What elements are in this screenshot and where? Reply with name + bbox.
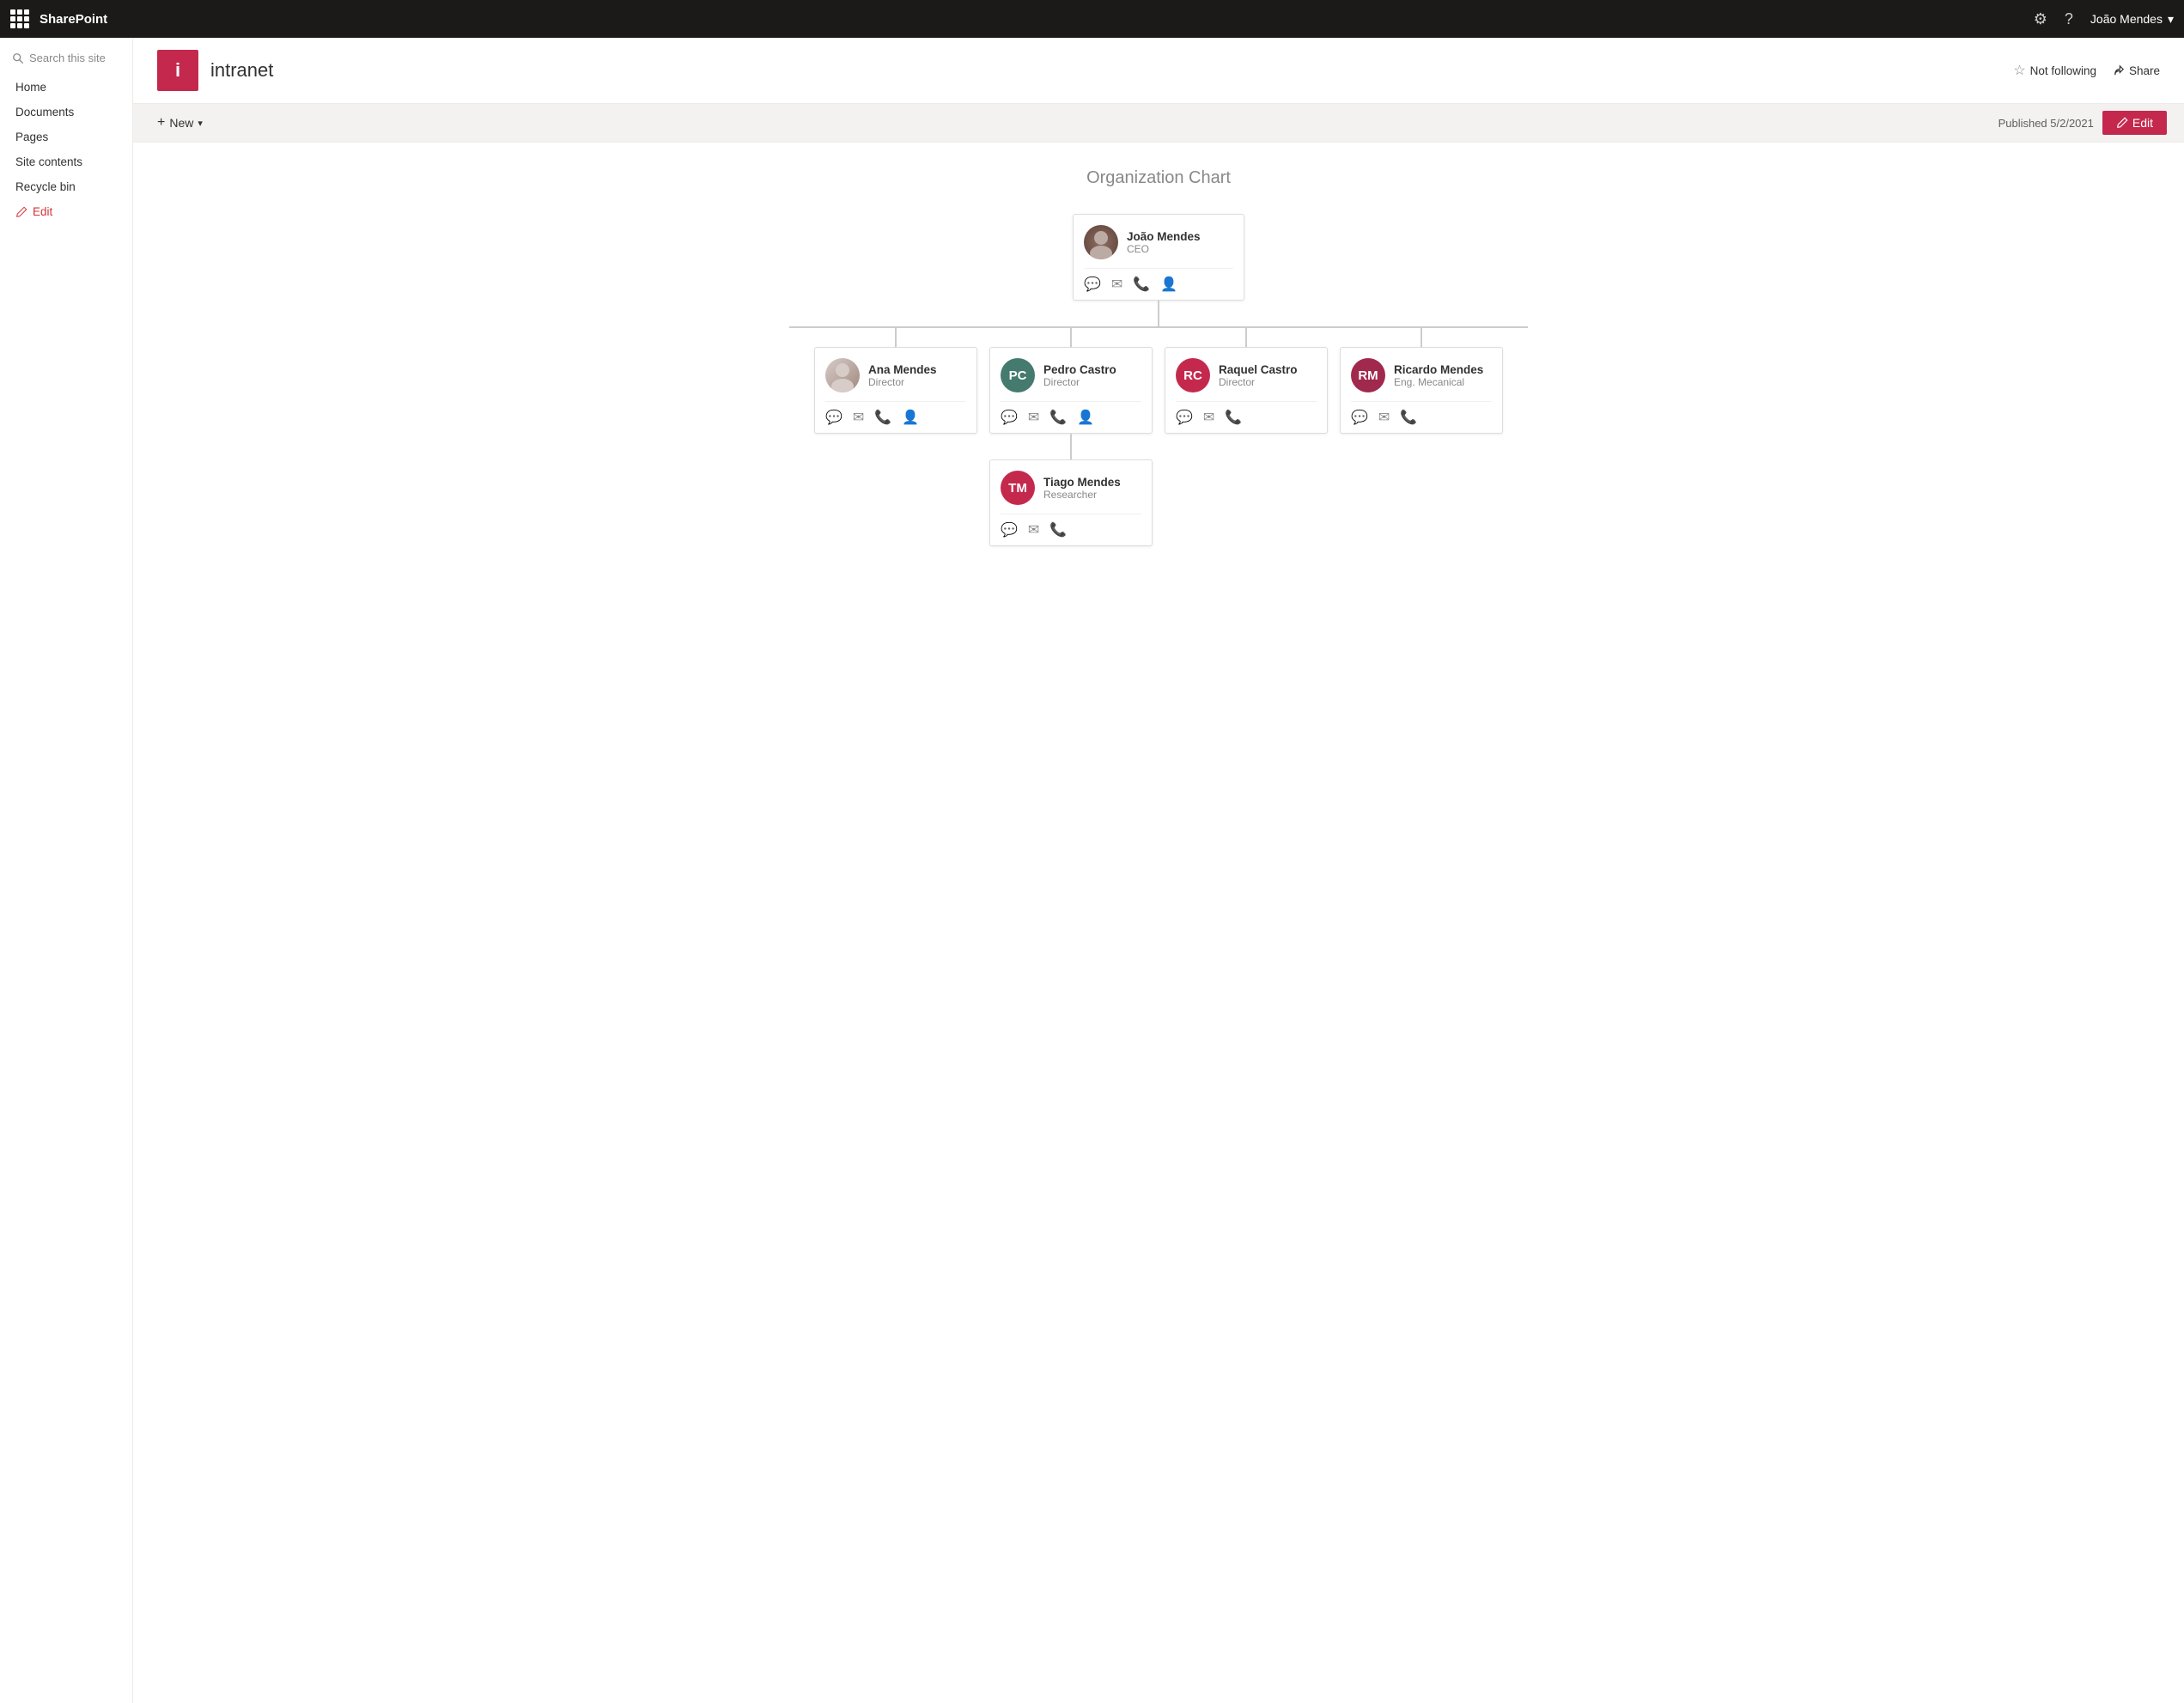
person-role-tiago: Researcher bbox=[1043, 489, 1121, 501]
person-name-ana: Ana Mendes bbox=[868, 363, 937, 376]
sidebar-item-home[interactable]: Home bbox=[0, 75, 132, 100]
email-icon-ricardo[interactable]: ✉ bbox=[1378, 409, 1390, 426]
app-launcher-button[interactable] bbox=[10, 9, 29, 28]
person-role-ricardo: Eng. Mecanical bbox=[1394, 376, 1483, 388]
org-chart: João Mendes CEO 💬 ✉ 📞 👤 bbox=[150, 214, 2167, 546]
user-menu[interactable]: João Mendes ▾ bbox=[2090, 12, 2174, 27]
new-button[interactable]: + New ▾ bbox=[150, 112, 210, 134]
avatar-ana bbox=[825, 358, 860, 392]
top-nav-right: ⚙ ? João Mendes ▾ bbox=[2034, 10, 2174, 28]
col-raquel: RC Raquel Castro Director 💬 ✉ 📞 bbox=[1165, 328, 1328, 434]
connector-tiago-up bbox=[1070, 434, 1072, 459]
sidebar-item-site-contents[interactable]: Site contents bbox=[0, 149, 132, 174]
person-actions-ceo: 💬 ✉ 📞 👤 bbox=[1084, 268, 1233, 293]
site-header-left: i intranet bbox=[157, 50, 273, 91]
email-icon-raquel[interactable]: ✉ bbox=[1203, 409, 1214, 426]
site-header-right: ☆ Not following Share bbox=[2013, 62, 2160, 79]
connector-raquel-up bbox=[1245, 328, 1247, 347]
edit-button[interactable]: Edit bbox=[2102, 111, 2167, 135]
person-card-pedro: PC Pedro Castro Director 💬 ✉ 📞 👤 bbox=[989, 347, 1153, 434]
share-button[interactable]: Share bbox=[2112, 64, 2160, 77]
phone-icon-ceo[interactable]: 📞 bbox=[1133, 276, 1150, 293]
chat-icon-ana[interactable]: 💬 bbox=[825, 409, 843, 426]
email-icon-pedro[interactable]: ✉ bbox=[1028, 409, 1039, 426]
phone-icon-ana[interactable]: 📞 bbox=[874, 409, 891, 426]
col-ricardo: RM Ricardo Mendes Eng. Mecanical 💬 ✉ 📞 bbox=[1340, 328, 1503, 434]
person-name-ricardo: Ricardo Mendes bbox=[1394, 363, 1483, 376]
org-icon-ceo[interactable]: 👤 bbox=[1160, 276, 1177, 293]
person-card-ricardo: RM Ricardo Mendes Eng. Mecanical 💬 ✉ 📞 bbox=[1340, 347, 1503, 434]
person-card-ana: Ana Mendes Director 💬 ✉ 📞 👤 bbox=[814, 347, 977, 434]
settings-icon[interactable]: ⚙ bbox=[2034, 10, 2047, 28]
person-card-ceo: João Mendes CEO 💬 ✉ 📞 👤 bbox=[1073, 214, 1244, 301]
site-logo: i bbox=[157, 50, 198, 91]
h-line-children bbox=[789, 326, 1528, 328]
org-chart-title: Organization Chart bbox=[150, 168, 2167, 188]
org-icon-ana[interactable]: 👤 bbox=[902, 409, 919, 426]
avatar-pedro: PC bbox=[1001, 358, 1035, 392]
phone-icon-pedro[interactable]: 📞 bbox=[1049, 409, 1067, 426]
edit-sidebar-link[interactable]: Edit bbox=[0, 199, 132, 224]
content-area: Organization Chart João Mendes CEO bbox=[133, 143, 2184, 1703]
top-nav: SharePoint ⚙ ? João Mendes ▾ bbox=[0, 0, 2184, 38]
avatar-ricardo: RM bbox=[1351, 358, 1385, 392]
connector-ricardo-up bbox=[1421, 328, 1422, 347]
org-icon-pedro[interactable]: 👤 bbox=[1077, 409, 1094, 426]
connector-pedro-up bbox=[1070, 328, 1072, 347]
published-info: Published 5/2/2021 Edit bbox=[1998, 111, 2167, 135]
app-name: SharePoint bbox=[40, 12, 107, 27]
person-name-raquel: Raquel Castro bbox=[1219, 363, 1298, 376]
chat-icon-pedro[interactable]: 💬 bbox=[1001, 409, 1018, 426]
email-icon-ana[interactable]: ✉ bbox=[853, 409, 864, 426]
person-role-raquel: Director bbox=[1219, 376, 1298, 388]
phone-icon-ricardo[interactable]: 📞 bbox=[1400, 409, 1417, 426]
layout: Search this site Home Documents Pages Si… bbox=[0, 38, 2184, 1703]
search-input[interactable]: Search this site bbox=[0, 46, 132, 75]
connector-ana-up bbox=[895, 328, 897, 347]
phone-icon-tiago[interactable]: 📞 bbox=[1049, 521, 1067, 538]
children-level: Ana Mendes Director 💬 ✉ 📞 👤 bbox=[789, 328, 1528, 546]
col-pedro: PC Pedro Castro Director 💬 ✉ 📞 👤 bbox=[989, 328, 1153, 546]
person-name-tiago: Tiago Mendes bbox=[1043, 476, 1121, 489]
main-area: i intranet ☆ Not following Share + New ▾ bbox=[133, 38, 2184, 1703]
person-name-ceo: João Mendes bbox=[1127, 230, 1201, 243]
avatar-raquel: RC bbox=[1176, 358, 1210, 392]
phone-icon-raquel[interactable]: 📞 bbox=[1225, 409, 1242, 426]
connector-ceo-down bbox=[1158, 301, 1159, 326]
sidebar-item-recycle-bin[interactable]: Recycle bin bbox=[0, 174, 132, 199]
email-icon-tiago[interactable]: ✉ bbox=[1028, 521, 1039, 538]
chat-icon-ceo[interactable]: 💬 bbox=[1084, 276, 1101, 293]
avatar-tiago: TM bbox=[1001, 471, 1035, 505]
person-card-tiago: TM Tiago Mendes Researcher 💬 ✉ 📞 bbox=[989, 459, 1153, 546]
site-header: i intranet ☆ Not following Share bbox=[133, 38, 2184, 104]
sidebar: Search this site Home Documents Pages Si… bbox=[0, 38, 133, 1703]
toolbar: + New ▾ Published 5/2/2021 Edit bbox=[133, 104, 2184, 143]
person-card-raquel: RC Raquel Castro Director 💬 ✉ 📞 bbox=[1165, 347, 1328, 434]
chat-icon-raquel[interactable]: 💬 bbox=[1176, 409, 1193, 426]
avatar-joao bbox=[1084, 225, 1118, 259]
sidebar-item-pages[interactable]: Pages bbox=[0, 125, 132, 149]
email-icon-ceo[interactable]: ✉ bbox=[1111, 276, 1122, 293]
help-icon[interactable]: ? bbox=[2065, 10, 2073, 28]
person-role-pedro: Director bbox=[1043, 376, 1116, 388]
person-role-ceo: CEO bbox=[1127, 243, 1201, 255]
person-role-ana: Director bbox=[868, 376, 937, 388]
not-following-button[interactable]: ☆ Not following bbox=[2013, 62, 2096, 79]
col-ana: Ana Mendes Director 💬 ✉ 📞 👤 bbox=[814, 328, 977, 434]
chat-icon-tiago[interactable]: 💬 bbox=[1001, 521, 1018, 538]
chat-icon-ricardo[interactable]: 💬 bbox=[1351, 409, 1368, 426]
sidebar-item-documents[interactable]: Documents bbox=[0, 100, 132, 125]
person-name-pedro: Pedro Castro bbox=[1043, 363, 1116, 376]
site-title: intranet bbox=[210, 59, 273, 82]
